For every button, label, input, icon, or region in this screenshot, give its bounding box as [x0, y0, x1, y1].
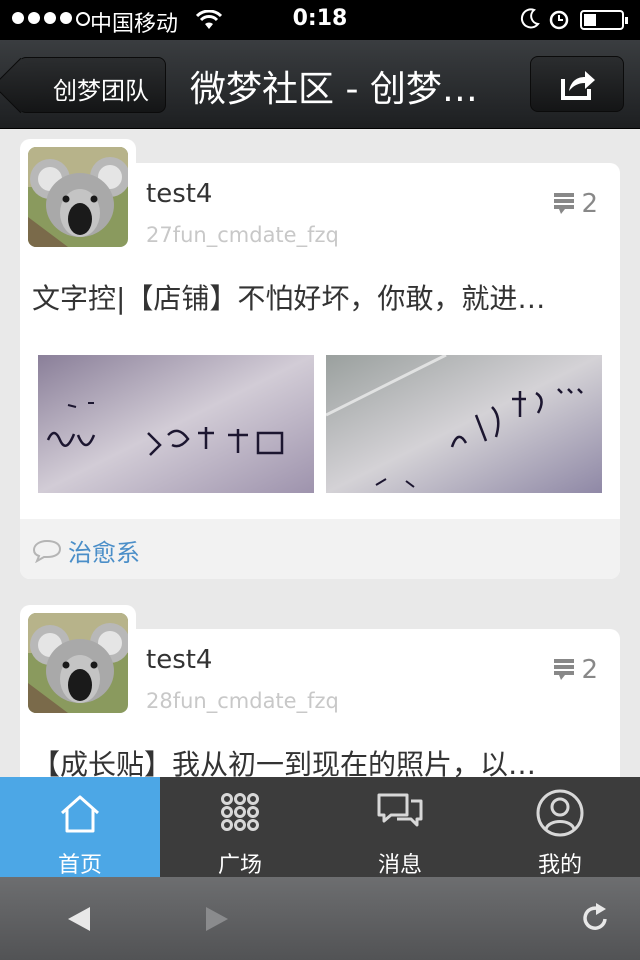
alarm-icon — [548, 8, 570, 36]
status-bar: 中国移动 0:18 — [0, 0, 640, 40]
post-text[interactable]: 文字控|【店铺】不怕好坏，你敢，就进… — [32, 277, 612, 317]
comment-list-icon — [554, 193, 575, 214]
post-image[interactable] — [326, 355, 602, 493]
tab-messages[interactable]: 消息 — [320, 777, 480, 878]
battery-icon — [580, 10, 628, 30]
back-button-label: 创梦团队 — [53, 77, 149, 105]
post-tag[interactable]: 治愈系 — [68, 533, 140, 568]
share-icon — [561, 71, 595, 100]
status-time: 0:18 — [292, 6, 348, 31]
post-username[interactable]: test4 — [146, 645, 212, 675]
moon-icon — [520, 8, 540, 36]
post-tag-bar[interactable]: 治愈系 — [20, 519, 620, 579]
tab-home[interactable]: 首页 — [0, 777, 160, 878]
page-title: 微梦社区 - 创梦… — [190, 69, 478, 110]
post-text[interactable]: 【成长贴】我从初一到现在的照片，以… — [32, 743, 612, 777]
forward-arrow-icon[interactable] — [204, 905, 230, 933]
reload-icon[interactable] — [580, 901, 610, 933]
tab-bar: 首页 广场 消息 我的 — [0, 777, 640, 878]
post-username[interactable]: test4 — [146, 179, 212, 209]
comment-count[interactable]: 2 — [553, 655, 598, 685]
home-icon — [61, 795, 99, 833]
comment-count-value: 2 — [581, 189, 598, 219]
post-meta: 27fun_cmdate_fzq — [146, 223, 339, 247]
tab-profile[interactable]: 我的 — [480, 777, 640, 878]
tab-label: 广场 — [217, 853, 262, 878]
post-meta: 28fun_cmdate_fzq — [146, 689, 339, 713]
chat-icon — [377, 793, 423, 827]
browser-toolbar — [0, 877, 640, 960]
tab-label: 首页 — [57, 853, 102, 878]
tab-label: 消息 — [377, 853, 422, 878]
comment-bubble-icon — [32, 539, 62, 563]
tab-label: 我的 — [537, 853, 582, 878]
back-button[interactable]: 创梦团队 — [18, 57, 166, 113]
post-feed[interactable]: test4 27fun_cmdate_fzq 2 文字控|【店铺】不怕好坏，你敢… — [0, 129, 640, 777]
koala-avatar-image — [28, 147, 128, 247]
avatar[interactable] — [20, 605, 136, 721]
navigation-bar: 创梦团队 微梦社区 - 创梦… — [0, 40, 640, 129]
share-button[interactable] — [530, 56, 624, 112]
grid-icon — [221, 793, 259, 831]
post-image[interactable] — [38, 355, 314, 493]
koala-avatar-image — [28, 613, 128, 713]
back-arrow-icon[interactable] — [66, 905, 92, 933]
tab-square[interactable]: 广场 — [160, 777, 320, 878]
comment-count[interactable]: 2 — [553, 189, 598, 219]
avatar[interactable] — [20, 139, 136, 255]
comment-count-value: 2 — [581, 655, 598, 685]
user-icon — [536, 789, 584, 837]
comment-list-icon — [554, 659, 575, 680]
